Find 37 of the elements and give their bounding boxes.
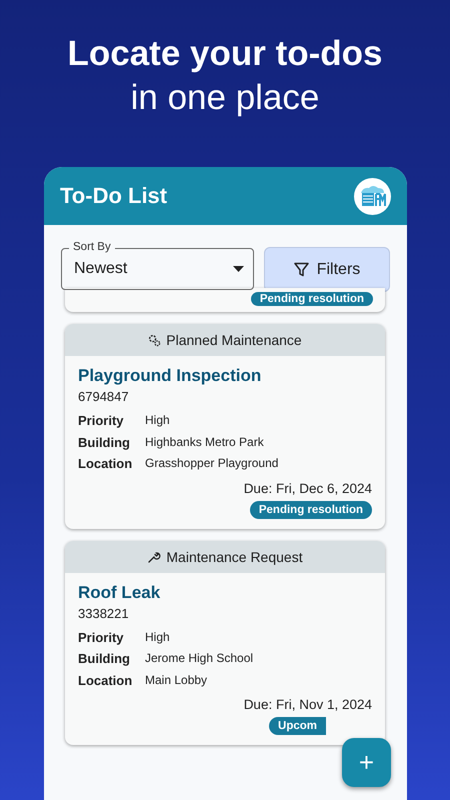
field-value: Main Lobby	[145, 672, 208, 688]
sort-dropdown[interactable]: Sort By Newest	[61, 239, 254, 290]
due-date: Due: Fri, Dec 6, 2024	[244, 480, 372, 496]
gears-icon	[148, 334, 162, 346]
filters-button[interactable]: Filters	[264, 247, 390, 292]
logo-icon	[354, 178, 391, 214]
app-title: To-Do List	[60, 183, 168, 209]
dropdown-caret-icon	[233, 266, 244, 272]
card-type-label: Planned Maintenance	[166, 332, 302, 348]
card-title[interactable]: Roof Leak	[78, 582, 372, 602]
field-value: Grasshopper Playground	[145, 455, 280, 472]
headline-subtitle: in one place	[130, 77, 320, 119]
task-card[interactable]: Maintenance Request Roof Leak 3338221 Priority High Building Jerome High School Location Main Lobby Due: Fri, Nov 1, 2024 Upcom	[65, 540, 385, 745]
status-badge: Pending resolution	[250, 292, 373, 306]
add-button[interactable]: +	[342, 738, 391, 787]
field-value: Highbanks Metro Park	[145, 434, 265, 450]
status-badge: Upcom	[269, 717, 326, 735]
field-label: Priority	[78, 628, 125, 647]
due-date: Due: Fri, Nov 1, 2024	[244, 697, 372, 712]
card-title[interactable]: Playground Inspection	[78, 366, 372, 386]
field-value: Jerome High School	[145, 650, 254, 667]
field-label: Building	[78, 650, 131, 668]
filter-icon	[294, 262, 309, 277]
field-label: Priority	[78, 412, 125, 430]
wrench-icon	[147, 550, 162, 564]
work-order-number: 3338221	[78, 606, 130, 620]
field-label: Location	[78, 455, 134, 473]
task-card[interactable]: Pending resolution	[65, 288, 385, 312]
field-label: Building	[78, 434, 131, 452]
field-value: High	[145, 628, 171, 646]
work-order-number: 6794847	[78, 389, 130, 404]
status-badge: Pending resolution	[250, 500, 372, 518]
field-label: Location	[78, 672, 134, 690]
field-value: High	[145, 412, 171, 429]
card-type-label: Maintenance Request	[166, 548, 303, 564]
task-card[interactable]: Planned Maintenance Playground Inspection 6794847 Priority High Building Highbanks Metro Park Location Grasshopper Playground Due: Fri, Dec 6, 2024 Pending resolution	[65, 324, 385, 528]
headline: Locate your to-dos	[67, 33, 383, 75]
